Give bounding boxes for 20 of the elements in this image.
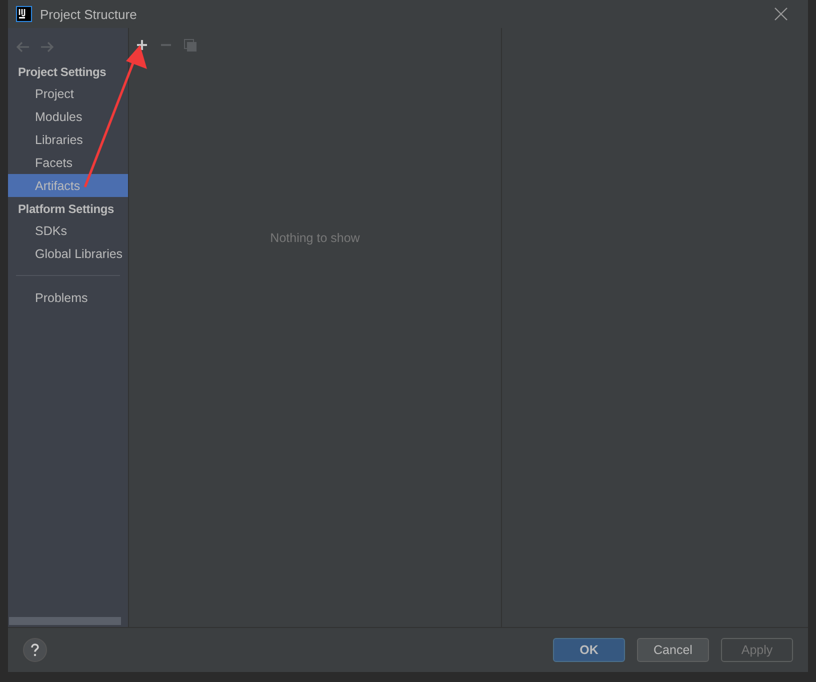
sidebar-item[interactable]: Project [8, 82, 128, 105]
scrollbar[interactable] [9, 617, 121, 625]
add-icon[interactable] [136, 39, 148, 51]
sidebar-item[interactable]: Global Libraries [8, 242, 128, 265]
empty-message: Nothing to show [270, 231, 360, 247]
dialog-button[interactable]: OK [553, 638, 625, 662]
sidebar-item[interactable]: Problems [8, 286, 128, 309]
help-icon[interactable] [23, 638, 47, 662]
section-header: Project Settings [17, 64, 108, 81]
window-title: Project Structure [40, 6, 137, 22]
sidebar-item[interactable]: Libraries [8, 128, 128, 151]
close-icon[interactable] [772, 5, 790, 23]
sidebar-item[interactable]: Modules [8, 105, 128, 128]
forward-arrow-icon[interactable] [40, 41, 54, 53]
app-logo-icon [16, 6, 32, 22]
sidebar-item[interactable]: Facets [8, 151, 128, 174]
back-arrow-icon[interactable] [16, 41, 30, 53]
sidebar-item[interactable]: SDKs [8, 219, 128, 242]
dialog-button[interactable]: Cancel [637, 638, 709, 662]
section-header: Platform Settings [17, 201, 115, 218]
